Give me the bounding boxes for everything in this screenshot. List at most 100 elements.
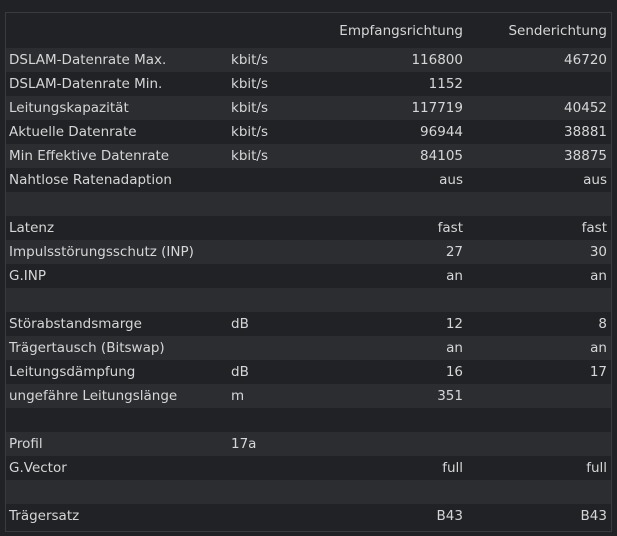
header-downstream: Empfangsrichtung xyxy=(339,22,463,39)
row-downstream-value: fast xyxy=(437,220,463,236)
row-unit xyxy=(228,480,328,504)
row-upstream-value: 46720 xyxy=(564,52,607,68)
row-label: DSLAM-Datenrate Max. xyxy=(9,52,167,68)
row-downstream-value: an xyxy=(446,340,463,356)
row-upstream-value xyxy=(463,480,611,504)
row-unit xyxy=(228,456,328,480)
row-upstream-value: 40452 xyxy=(564,100,607,116)
row-unit: kbit/s xyxy=(231,148,269,164)
row-upstream-value xyxy=(463,384,611,408)
row-unit: 17a xyxy=(231,436,257,452)
table-row: DSLAM-Datenrate Max. kbit/s 116800 46720 xyxy=(6,48,611,72)
row-upstream-value xyxy=(463,408,611,432)
row-unit: kbit/s xyxy=(231,52,269,68)
row-downstream-value: B43 xyxy=(436,508,463,524)
row-upstream-value: an xyxy=(590,268,607,284)
row-downstream-value: 117719 xyxy=(411,100,463,116)
row-upstream-value: 17 xyxy=(589,364,607,380)
row-label: Leitungsdämpfung xyxy=(9,364,136,380)
row-upstream-value xyxy=(463,288,611,312)
row-label: Aktuelle Datenrate xyxy=(9,124,137,140)
row-unit: kbit/s xyxy=(231,100,269,116)
row-unit: dB xyxy=(231,364,249,380)
row-downstream-value xyxy=(328,480,463,504)
row-label: ungefähre Leitungslänge xyxy=(9,388,178,404)
row-upstream-value: an xyxy=(590,340,607,356)
row-label: Latenz xyxy=(9,220,55,236)
row-label: Nahtlose Ratenadaption xyxy=(9,172,172,188)
row-upstream-value: fast xyxy=(581,220,607,236)
table-row: Aktuelle Datenrate kbit/s 96944 38881 xyxy=(6,120,611,144)
table-row: Trägersatz B43 B43 xyxy=(6,504,611,528)
row-unit xyxy=(228,168,328,192)
row-unit xyxy=(228,264,328,288)
table-row: Trägertausch (Bitswap) an an xyxy=(6,336,611,360)
row-upstream-value xyxy=(463,432,611,456)
row-label: DSLAM-Datenrate Min. xyxy=(9,76,163,92)
row-label xyxy=(6,480,228,504)
row-label xyxy=(6,192,228,216)
row-downstream-value: 16 xyxy=(445,364,463,380)
table-header-row: Empfangsrichtung Senderichtung xyxy=(6,13,611,48)
row-unit xyxy=(228,240,328,264)
row-unit: dB xyxy=(231,316,249,332)
table-row xyxy=(6,408,611,432)
table-row: Störabstandsmarge dB 12 8 xyxy=(6,312,611,336)
row-label: Min Effektive Datenrate xyxy=(9,148,170,164)
table-row: Latenz fast fast xyxy=(6,216,611,240)
row-downstream-value xyxy=(328,408,463,432)
dsl-line-table: Empfangsrichtung Senderichtung DSLAM-Dat… xyxy=(6,13,611,528)
row-label: Profil xyxy=(9,436,43,452)
row-upstream-value: aus xyxy=(583,172,607,188)
row-downstream-value xyxy=(328,288,463,312)
row-label: G.Vector xyxy=(9,460,67,476)
row-unit xyxy=(228,216,328,240)
row-unit: m xyxy=(231,388,245,404)
row-downstream-value: 1152 xyxy=(428,76,463,92)
row-downstream-value: aus xyxy=(439,172,463,188)
row-label: Trägersatz xyxy=(9,508,80,524)
row-upstream-value: full xyxy=(586,460,607,476)
row-unit: kbit/s xyxy=(231,76,269,92)
row-unit xyxy=(228,336,328,360)
table-row: Leitungskapazität kbit/s 117719 40452 xyxy=(6,96,611,120)
row-upstream-value: 8 xyxy=(598,316,607,332)
row-label: Impulsstörungsschutz (INP) xyxy=(9,244,194,260)
row-unit xyxy=(228,408,328,432)
row-label: G.INP xyxy=(9,268,46,284)
row-downstream-value: 12 xyxy=(445,316,463,332)
table-row: Profil 17a xyxy=(6,432,611,456)
table-row: ungefähre Leitungslänge m 351 xyxy=(6,384,611,408)
table-row: Nahtlose Ratenadaption aus aus xyxy=(6,168,611,192)
row-downstream-value: 84105 xyxy=(420,148,463,164)
header-upstream: Senderichtung xyxy=(508,22,607,39)
row-unit xyxy=(228,192,328,216)
row-upstream-value: B43 xyxy=(580,508,607,524)
row-upstream-value: 38881 xyxy=(564,124,607,140)
row-upstream-value: 38875 xyxy=(564,148,607,164)
table-row: G.Vector full full xyxy=(6,456,611,480)
row-downstream-value: an xyxy=(446,268,463,284)
row-downstream-value: 116800 xyxy=(411,52,463,68)
row-label: Störabstandsmarge xyxy=(9,316,142,332)
row-downstream-value: 96944 xyxy=(420,124,463,140)
dsl-info-panel: Empfangsrichtung Senderichtung DSLAM-Dat… xyxy=(5,12,612,532)
table-row xyxy=(6,288,611,312)
table-row xyxy=(6,192,611,216)
row-unit: kbit/s xyxy=(231,124,269,140)
table-row: DSLAM-Datenrate Min. kbit/s 1152 xyxy=(6,72,611,96)
row-upstream-value: 30 xyxy=(589,244,607,260)
table-row xyxy=(6,480,611,504)
row-downstream-value: full xyxy=(442,460,463,476)
row-downstream-value xyxy=(328,432,463,456)
row-upstream-value xyxy=(463,192,611,216)
table-row: G.INP an an xyxy=(6,264,611,288)
row-unit xyxy=(228,504,328,528)
row-downstream-value: 351 xyxy=(437,388,463,404)
table-row: Min Effektive Datenrate kbit/s 84105 38875 xyxy=(6,144,611,168)
row-label xyxy=(6,408,228,432)
row-label: Leitungskapazität xyxy=(9,100,129,116)
header-label-cell xyxy=(6,13,228,48)
row-label xyxy=(6,288,228,312)
row-label: Trägertausch (Bitswap) xyxy=(9,340,165,356)
